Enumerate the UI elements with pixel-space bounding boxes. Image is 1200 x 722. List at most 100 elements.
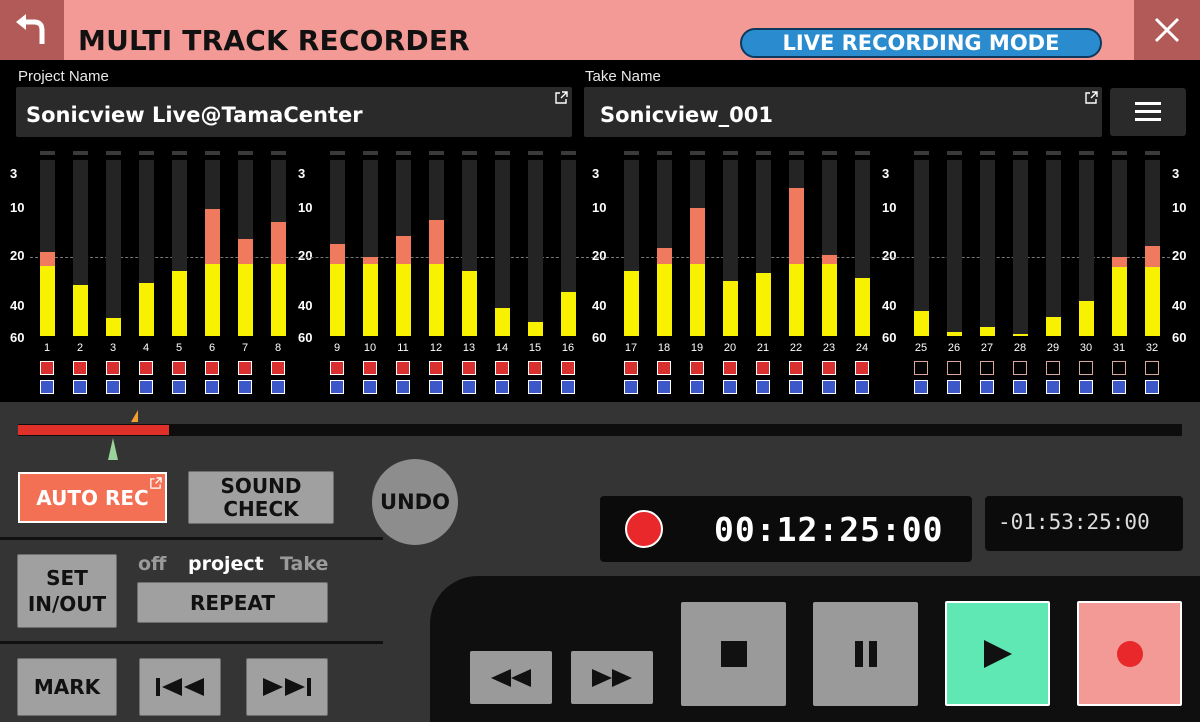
back-button[interactable] <box>0 0 64 60</box>
rec-arm-toggle[interactable] <box>462 361 476 375</box>
monitor-toggle[interactable] <box>1112 380 1126 394</box>
monitor-toggle[interactable] <box>172 380 186 394</box>
monitor-toggle[interactable] <box>73 380 87 394</box>
monitor-toggle[interactable] <box>106 380 120 394</box>
stop-button[interactable] <box>681 602 786 706</box>
undo-button[interactable]: UNDO <box>372 459 458 545</box>
repeat-option-project[interactable]: project <box>188 553 264 575</box>
take-name-field[interactable]: Sonicview_001 <box>584 87 1102 137</box>
rec-arm-toggle[interactable] <box>561 361 575 375</box>
meter-scale-label: 40 <box>1172 298 1187 313</box>
rec-arm-toggle[interactable] <box>73 361 87 375</box>
monitor-toggle[interactable] <box>723 380 737 394</box>
meter-cap <box>238 151 253 155</box>
rec-arm-toggle[interactable] <box>205 361 219 375</box>
monitor-toggle[interactable] <box>462 380 476 394</box>
playhead-icon[interactable] <box>108 438 118 460</box>
monitor-toggle[interactable] <box>561 380 575 394</box>
rec-arm-toggle[interactable] <box>914 361 928 375</box>
rec-arm-toggle[interactable] <box>40 361 54 375</box>
monitor-toggle[interactable] <box>1013 380 1027 394</box>
channel-meter <box>855 151 870 336</box>
rec-arm-toggle[interactable] <box>657 361 671 375</box>
monitor-toggle[interactable] <box>914 380 928 394</box>
rec-arm-toggle[interactable] <box>396 361 410 375</box>
monitor-toggle[interactable] <box>980 380 994 394</box>
skip-to-start-button[interactable] <box>139 658 221 716</box>
monitor-toggle[interactable] <box>789 380 803 394</box>
monitor-toggle[interactable] <box>205 380 219 394</box>
rec-arm-toggle[interactable] <box>1145 361 1159 375</box>
monitor-toggle[interactable] <box>1046 380 1060 394</box>
rec-arm-toggle[interactable] <box>855 361 869 375</box>
rec-arm-toggle[interactable] <box>363 361 377 375</box>
monitor-toggle[interactable] <box>822 380 836 394</box>
rec-arm-toggle[interactable] <box>1046 361 1060 375</box>
monitor-toggle[interactable] <box>1145 380 1159 394</box>
rec-arm-toggle[interactable] <box>980 361 994 375</box>
channel-number: 17 <box>624 342 638 354</box>
monitor-toggle[interactable] <box>1079 380 1093 394</box>
rec-arm-toggle[interactable] <box>271 361 285 375</box>
monitor-toggle[interactable] <box>396 380 410 394</box>
monitor-toggle[interactable] <box>756 380 770 394</box>
project-name-field[interactable]: Sonicview Live@TamaCenter <box>16 87 572 137</box>
monitor-toggle[interactable] <box>363 380 377 394</box>
rec-arm-toggle[interactable] <box>528 361 542 375</box>
skip-to-end-button[interactable] <box>246 658 328 716</box>
live-recording-mode-badge[interactable]: LIVE RECORDING MODE <box>740 28 1102 58</box>
timeline-track[interactable] <box>18 424 1182 436</box>
monitor-toggle[interactable] <box>139 380 153 394</box>
monitor-toggle[interactable] <box>495 380 509 394</box>
repeat-option-take[interactable]: Take <box>280 553 328 575</box>
sound-check-button[interactable]: SOUND CHECK <box>188 471 334 524</box>
rec-arm-toggle[interactable] <box>690 361 704 375</box>
auto-rec-button[interactable]: AUTO REC <box>18 472 167 523</box>
monitor-toggle[interactable] <box>855 380 869 394</box>
rec-arm-toggle[interactable] <box>172 361 186 375</box>
rec-arm-toggle[interactable] <box>495 361 509 375</box>
rec-arm-toggle[interactable] <box>1112 361 1126 375</box>
rec-arm-toggle[interactable] <box>106 361 120 375</box>
rewind-button[interactable] <box>470 651 552 704</box>
meter-level <box>624 271 639 336</box>
rec-arm-toggle[interactable] <box>238 361 252 375</box>
monitor-toggle[interactable] <box>528 380 542 394</box>
rec-arm-toggle[interactable] <box>429 361 443 375</box>
repeat-option-off[interactable]: off <box>138 553 166 575</box>
monitor-toggle[interactable] <box>690 380 704 394</box>
repeat-button[interactable]: REPEAT <box>137 582 328 623</box>
monitor-toggle[interactable] <box>330 380 344 394</box>
rec-arm-toggle[interactable] <box>822 361 836 375</box>
rec-arm-toggle[interactable] <box>330 361 344 375</box>
play-button[interactable] <box>945 601 1050 706</box>
channel-number: 3 <box>109 342 117 354</box>
meter-scale-label: 10 <box>592 200 607 215</box>
rec-arm-toggle[interactable] <box>756 361 770 375</box>
record-button[interactable] <box>1077 601 1182 706</box>
mark-button[interactable]: MARK <box>17 658 117 716</box>
monitor-toggle[interactable] <box>40 380 54 394</box>
meter-peak <box>657 248 672 264</box>
meter-peak <box>271 222 286 264</box>
menu-button[interactable] <box>1110 88 1186 136</box>
fast-forward-button[interactable] <box>571 651 653 704</box>
monitor-toggle[interactable] <box>624 380 638 394</box>
rec-arm-toggle[interactable] <box>624 361 638 375</box>
rec-arm-toggle[interactable] <box>1079 361 1093 375</box>
monitor-toggle[interactable] <box>657 380 671 394</box>
rec-arm-toggle[interactable] <box>789 361 803 375</box>
close-button[interactable] <box>1134 0 1200 60</box>
set-in-out-button[interactable]: SET IN/OUT <box>17 554 117 628</box>
rec-arm-toggle[interactable] <box>723 361 737 375</box>
monitor-toggle[interactable] <box>271 380 285 394</box>
monitor-toggle[interactable] <box>238 380 252 394</box>
meter-level <box>1145 267 1160 336</box>
rec-arm-toggle[interactable] <box>139 361 153 375</box>
monitor-toggle[interactable] <box>947 380 961 394</box>
monitor-toggle[interactable] <box>429 380 443 394</box>
pause-button[interactable] <box>813 602 918 706</box>
channel-number: 5 <box>175 342 183 354</box>
rec-arm-toggle[interactable] <box>1013 361 1027 375</box>
rec-arm-toggle[interactable] <box>947 361 961 375</box>
